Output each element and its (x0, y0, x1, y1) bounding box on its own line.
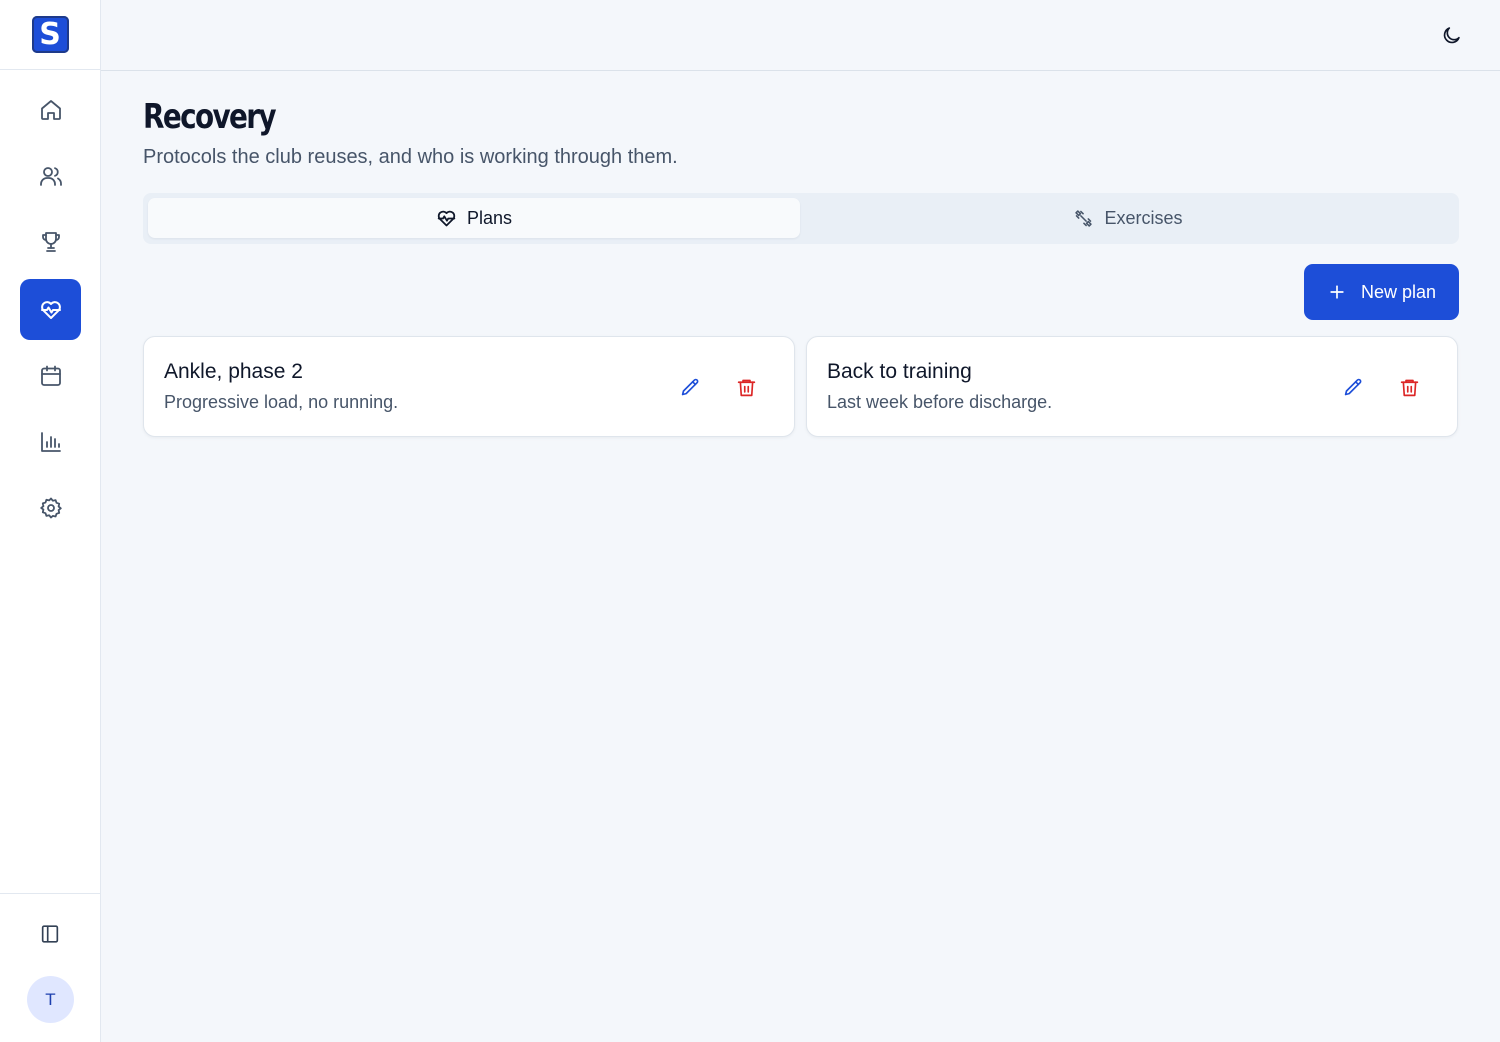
trash-icon (737, 379, 755, 396)
sidebar-item-home[interactable] (20, 79, 81, 140)
bar-chart-icon (40, 431, 61, 452)
heart-pulse-icon (40, 300, 61, 319)
plan-title: Back to training (827, 360, 972, 383)
delete-plan-button[interactable] (1394, 372, 1424, 402)
users-icon (39, 166, 62, 186)
page-subtitle: Protocols the club reuses, and who is wo… (143, 146, 678, 168)
theme-toggle-button[interactable] (1438, 22, 1464, 48)
plan-description: Progressive load, no running. (164, 392, 399, 412)
sidebar-item-stats[interactable] (20, 411, 81, 472)
new-plan-button[interactable]: New plan (1304, 264, 1459, 320)
moon-icon (1443, 26, 1460, 43)
app-logo[interactable]: S (31, 16, 69, 53)
edit-plan-button[interactable] (675, 372, 705, 402)
plan-card[interactable]: Back to training Last week before discha… (806, 336, 1458, 437)
logo-area: S (0, 0, 100, 70)
plan-title: Ankle, phase 2 (164, 360, 303, 383)
sidebar-item-competitions[interactable] (20, 211, 81, 272)
sidebar-item-settings[interactable] (20, 477, 81, 538)
tab-exercises[interactable]: Exercises (802, 198, 1454, 238)
top-bar (101, 0, 1500, 71)
plan-description: Last week before discharge. (827, 392, 1053, 412)
home-icon (40, 99, 61, 120)
delete-plan-button[interactable] (731, 372, 761, 402)
calendar-icon (40, 365, 61, 386)
pencil-icon (1344, 378, 1361, 395)
gear-icon (39, 497, 62, 518)
sidebar: S T (0, 0, 101, 1042)
sidebar-item-calendar[interactable] (20, 345, 81, 406)
tab-plans[interactable]: Plans (148, 198, 800, 238)
sidebar-footer: T (0, 893, 100, 1042)
dumbbell-icon (1075, 209, 1093, 227)
sidebar-item-members[interactable] (20, 145, 81, 206)
page-title: Recovery (143, 97, 277, 137)
plan-card[interactable]: Ankle, phase 2 Progressive load, no runn… (143, 336, 795, 437)
tab-list: Plans Exercises (143, 193, 1459, 244)
plus-icon (1330, 285, 1344, 299)
tab-exercises-label: Exercises (1104, 207, 1183, 228)
edit-plan-button[interactable] (1338, 372, 1368, 402)
avatar[interactable]: T (27, 976, 74, 1023)
sidebar-panel-icon (41, 925, 59, 943)
pencil-icon (681, 378, 698, 395)
sidebar-item-recovery[interactable] (20, 279, 81, 340)
trophy-icon (41, 231, 60, 252)
collapse-sidebar-button[interactable] (36, 920, 64, 948)
trash-icon (1400, 379, 1418, 396)
heart-pulse-icon (437, 210, 456, 226)
tab-plans-label: Plans (466, 207, 513, 228)
new-plan-label: New plan (1360, 281, 1437, 302)
